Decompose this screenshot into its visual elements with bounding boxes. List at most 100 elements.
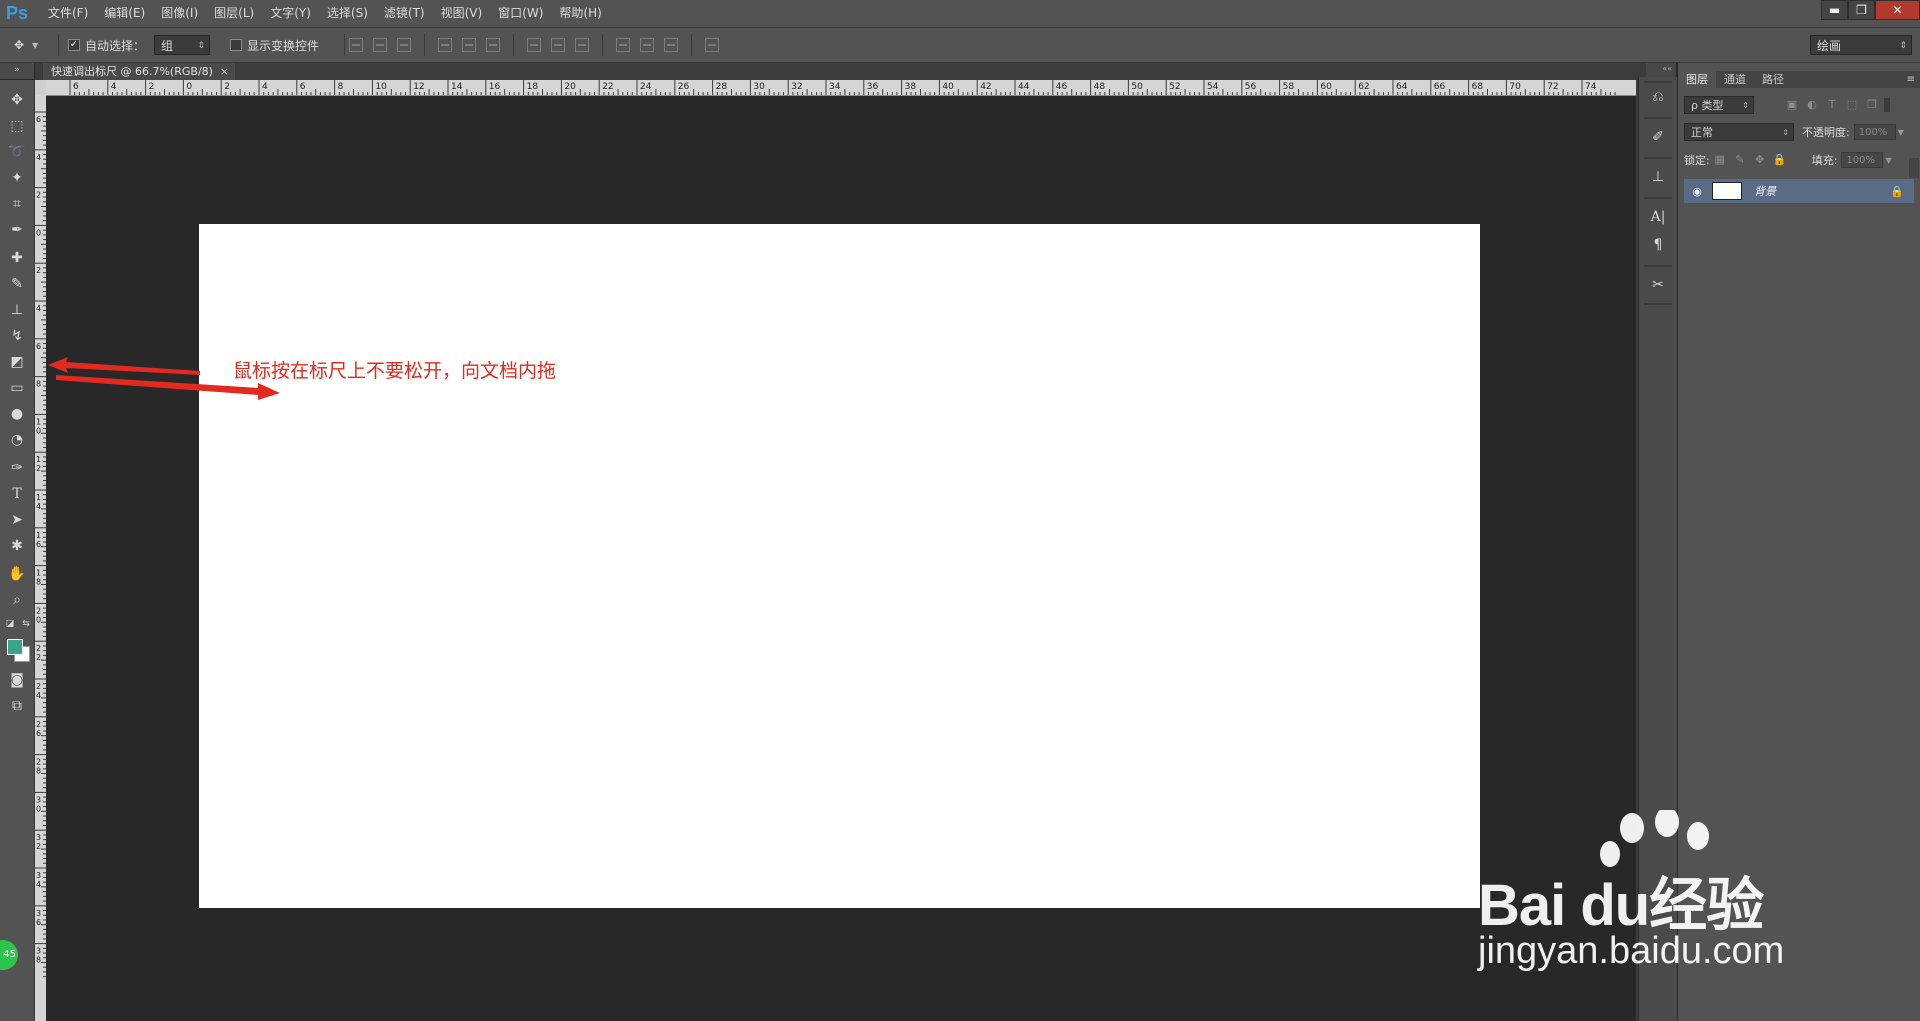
- ruler-label: 1: [36, 531, 41, 540]
- tab-close-icon[interactable]: ×: [220, 63, 229, 80]
- menu-filter[interactable]: 滤镜(T): [376, 0, 433, 27]
- layer-filter-dropdown[interactable]: ρ 类型 ⇕: [1684, 96, 1754, 114]
- distribute-bottom-icon[interactable]: [575, 38, 589, 52]
- filter-toggle-icon[interactable]: [1884, 98, 1890, 112]
- dock-collapse-grip[interactable]: ««: [1646, 63, 1676, 77]
- align-right-icon[interactable]: [486, 38, 500, 52]
- minimize-button[interactable]: ▬: [1821, 0, 1848, 20]
- align-bottom-icon[interactable]: [397, 38, 411, 52]
- lock-pixels-icon[interactable]: ✎: [1732, 153, 1748, 167]
- foreground-color-swatch[interactable]: [7, 639, 23, 655]
- auto-align-icon[interactable]: [705, 38, 719, 52]
- menu-help[interactable]: 帮助(H): [551, 0, 609, 27]
- clone-source-icon[interactable]: ⊥: [1648, 167, 1668, 187]
- layer-row-background[interactable]: ◉ 背景 🔒: [1684, 179, 1914, 203]
- toolbar-collapse-grip[interactable]: »: [0, 63, 34, 79]
- brush-presets-icon[interactable]: ✐: [1648, 127, 1668, 147]
- gradient-tool-icon[interactable]: ▭: [7, 378, 27, 398]
- distribute-hcenter-icon[interactable]: [640, 38, 654, 52]
- shape-filter-icon[interactable]: ⬚: [1844, 98, 1860, 112]
- crop-tool-icon[interactable]: ⌗: [7, 194, 27, 214]
- stamp-tool-icon[interactable]: ⊥: [7, 300, 27, 320]
- distribute-left-icon[interactable]: [616, 38, 630, 52]
- menu-window[interactable]: 窗口(W): [490, 0, 551, 27]
- ruler-label: 2: [36, 842, 41, 851]
- pen-tool-icon[interactable]: ✑: [7, 458, 27, 478]
- path-selection-tool-icon[interactable]: ➤: [7, 510, 27, 530]
- menu-layer[interactable]: 图层(L): [206, 0, 262, 27]
- lasso-tool-icon[interactable]: ➰: [7, 142, 27, 162]
- quick-mask-icon[interactable]: ◙: [7, 670, 27, 690]
- fill-field[interactable]: 100%: [1841, 152, 1884, 168]
- visibility-eye-icon[interactable]: ◉: [1688, 185, 1706, 198]
- swap-colors-icon[interactable]: ⇆: [20, 614, 32, 634]
- adjustment-filter-icon[interactable]: ◐: [1804, 98, 1820, 112]
- document-canvas[interactable]: [199, 224, 1480, 908]
- menu-view[interactable]: 视图(V): [433, 0, 491, 27]
- tab-channels[interactable]: 通道: [1716, 71, 1754, 88]
- close-button[interactable]: ✕: [1875, 0, 1920, 20]
- blend-mode-dropdown[interactable]: 正常 ⇕: [1684, 123, 1794, 141]
- screen-mode-icon[interactable]: ⧉: [7, 696, 27, 716]
- lock-transparent-icon[interactable]: ▦: [1712, 153, 1728, 167]
- hand-tool-icon[interactable]: ✋: [7, 564, 27, 584]
- auto-select-label: 自动选择：: [85, 38, 146, 53]
- text-tool-icon[interactable]: T: [7, 484, 27, 504]
- type-filter-icon[interactable]: T: [1824, 98, 1840, 112]
- workspace-dropdown[interactable]: 绘画 ⇕: [1810, 35, 1912, 55]
- history-brush-tool-icon[interactable]: ↯: [7, 326, 27, 346]
- ruler-label: 4: [36, 304, 41, 313]
- ruler-label: 0: [36, 426, 41, 435]
- tool-presets-icon[interactable]: ✂: [1648, 275, 1668, 295]
- eyedropper-tool-icon[interactable]: ✒: [7, 220, 27, 240]
- history-panel-icon[interactable]: ⎌: [1648, 87, 1668, 107]
- restore-button[interactable]: ❐: [1848, 0, 1875, 20]
- horizontal-ruler[interactable]: 6 4 2 0 2 4 6 8 10 12 14 16 18 20 22 24 26 28 30 32 34 36 38 40…: [46, 80, 1636, 96]
- move-tool-icon[interactable]: ✥: [7, 90, 27, 110]
- paragraph-panel-icon[interactable]: ¶: [1648, 235, 1668, 255]
- dodge-tool-icon[interactable]: ◔: [7, 430, 27, 450]
- align-vcenter-icon[interactable]: [373, 38, 387, 52]
- pixel-filter-icon[interactable]: ▣: [1784, 98, 1800, 112]
- distribute-top-icon[interactable]: [527, 38, 541, 52]
- character-panel-icon[interactable]: A|: [1648, 207, 1668, 227]
- menu-file[interactable]: 文件(F): [40, 0, 96, 27]
- marquee-tool-icon[interactable]: ⬚: [7, 116, 27, 136]
- distribute-vcenter-icon[interactable]: [551, 38, 565, 52]
- smart-object-filter-icon[interactable]: ❒: [1864, 98, 1880, 112]
- menu-image[interactable]: 图像(I): [153, 0, 206, 27]
- brush-tool-icon[interactable]: ✎: [7, 274, 27, 294]
- menu-type[interactable]: 文字(Y): [262, 0, 319, 27]
- distribute-right-icon[interactable]: [664, 38, 678, 52]
- panel-menu-icon[interactable]: ≡: [1907, 71, 1915, 88]
- tab-paths[interactable]: 路径: [1754, 71, 1792, 88]
- magic-wand-tool-icon[interactable]: ✦: [7, 168, 27, 188]
- opacity-field[interactable]: 100%: [1853, 124, 1896, 140]
- align-top-icon[interactable]: [349, 38, 363, 52]
- eraser-tool-icon[interactable]: ◩: [7, 352, 27, 372]
- default-colors-icon[interactable]: ◪: [4, 614, 16, 634]
- lock-all-icon[interactable]: 🔒: [1772, 153, 1788, 167]
- ruler-origin[interactable]: [35, 80, 46, 95]
- align-left-icon[interactable]: [438, 38, 452, 52]
- tab-layers[interactable]: 图层: [1678, 71, 1716, 88]
- menu-edit[interactable]: 编辑(E): [96, 0, 153, 27]
- healing-brush-tool-icon[interactable]: ✚: [7, 248, 27, 268]
- menu-select[interactable]: 选择(S): [319, 0, 376, 27]
- chevron-down-icon[interactable]: ▼: [1885, 156, 1891, 165]
- blur-tool-icon[interactable]: ●: [7, 404, 27, 424]
- show-transform-checkbox[interactable]: [230, 39, 242, 51]
- lock-position-icon[interactable]: ✥: [1752, 153, 1768, 167]
- auto-select-dropdown[interactable]: 组 ⇕: [154, 35, 210, 55]
- zoom-tool-icon[interactable]: ⌕: [7, 590, 27, 610]
- layer-name[interactable]: 背景: [1754, 183, 1776, 199]
- shape-tool-icon[interactable]: ✱: [7, 536, 27, 556]
- panel-scrollbar[interactable]: [1909, 158, 1919, 178]
- divider: [1644, 303, 1672, 305]
- align-hcenter-icon[interactable]: [462, 38, 476, 52]
- document-tab[interactable]: 快速调出标尺 @ 66.7%(RGB/8) ×: [43, 63, 235, 80]
- divider: [1644, 117, 1672, 119]
- chevron-down-icon[interactable]: ▼: [1898, 128, 1904, 137]
- auto-select-checkbox[interactable]: ✓: [68, 39, 80, 51]
- tool-preset-picker[interactable]: ✥ ▼: [6, 28, 38, 62]
